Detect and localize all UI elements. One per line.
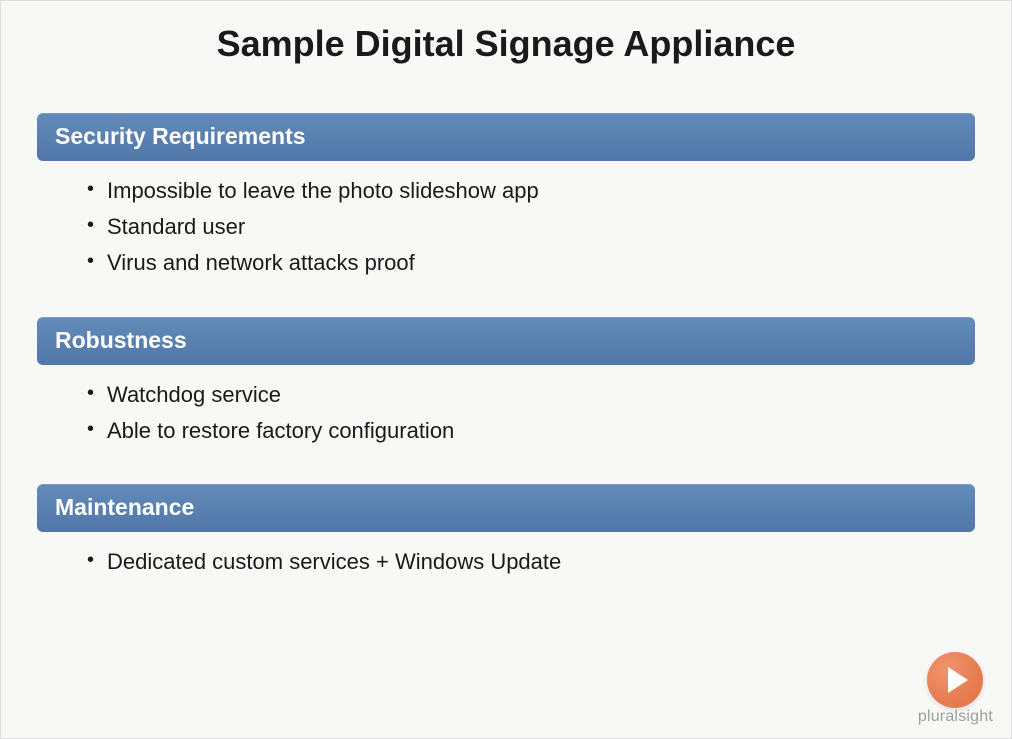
slide-title: Sample Digital Signage Appliance [1,23,1011,65]
list-item: Virus and network attacks proof [87,247,965,279]
list-item: Dedicated custom services + Windows Upda… [87,546,965,578]
list-item: Standard user [87,211,965,243]
list-item: Impossible to leave the photo slideshow … [87,175,965,207]
play-icon [927,652,983,708]
section-robustness: Robustness Watchdog service Able to rest… [37,317,975,457]
section-heading: Robustness [37,317,975,365]
slide-content: Security Requirements Impossible to leav… [1,113,1011,588]
brand-logo: pluralsight [918,652,993,726]
section-heading: Security Requirements [37,113,975,161]
list-item: Watchdog service [87,379,965,411]
section-maintenance: Maintenance Dedicated custom services + … [37,484,975,588]
list-item: Able to restore factory configuration [87,415,965,447]
brand-name: pluralsight [918,708,993,726]
section-security: Security Requirements Impossible to leav… [37,113,975,289]
section-body: Dedicated custom services + Windows Upda… [37,532,975,588]
section-heading: Maintenance [37,484,975,532]
section-body: Watchdog service Able to restore factory… [37,365,975,457]
section-body: Impossible to leave the photo slideshow … [37,161,975,289]
